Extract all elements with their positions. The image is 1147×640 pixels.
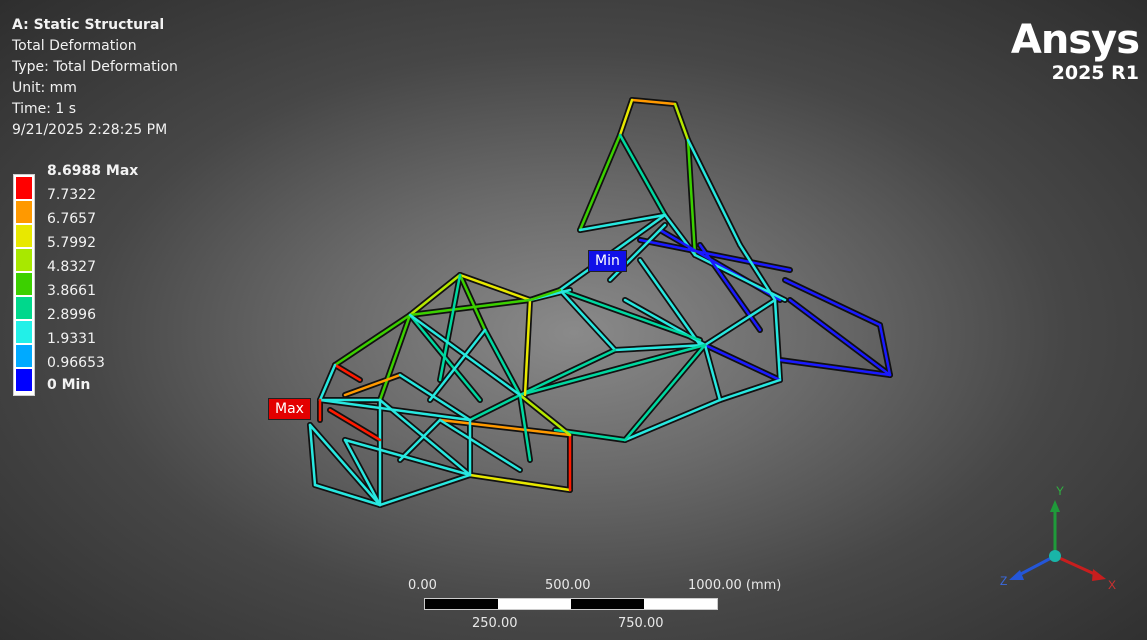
legend-swatch-9 (16, 369, 32, 391)
legend-label: 5.7992 (47, 235, 96, 251)
legend-swatch-7 (16, 321, 32, 343)
legend-label-max: 8.6988 Max (47, 163, 139, 179)
min-probe-tag[interactable]: Min (588, 250, 627, 272)
frame-wireframe (307, 97, 893, 508)
legend-swatch-3 (16, 225, 32, 247)
result-time: Time: 1 s (12, 101, 77, 117)
result-date: 9/21/2025 2:28:25 PM (12, 122, 168, 138)
frame-tube (398, 418, 442, 462)
axis-triad[interactable]: Y X Z (995, 478, 1125, 598)
legend-swatch-2 (16, 201, 32, 223)
ansys-logo: Ansys 2025 R1 (1010, 17, 1140, 84)
frame-tube (578, 133, 622, 232)
result-type: Type: Total Deformation (12, 59, 178, 75)
frame-tube (333, 363, 362, 382)
scale-label: 250.00 (472, 616, 518, 631)
frame-tube (703, 343, 782, 382)
result-info-panel: A: Static Structural Total Deformation T… (12, 15, 178, 141)
frame-tube (718, 378, 782, 402)
legend-label: 7.7322 (47, 187, 96, 203)
frame-tube (673, 102, 690, 142)
analysis-title: A: Static Structural (12, 17, 165, 33)
result-unit: Unit: mm (12, 80, 77, 96)
scale-label: 0.00 (408, 578, 437, 593)
legend-swatch-6 (16, 297, 32, 319)
legend-label: 4.8327 (47, 259, 96, 275)
frame-tube (328, 408, 382, 442)
result-name: Total Deformation (12, 38, 137, 54)
frame-tube (318, 363, 337, 402)
triad-z-label: Z (1000, 574, 1007, 588)
legend-label: 2.8996 (47, 307, 96, 323)
frame-tube (468, 473, 572, 492)
scale-label: 500.00 (545, 578, 591, 593)
legend-label: 6.7657 (47, 211, 96, 227)
max-probe-tag[interactable]: Max (268, 398, 311, 420)
legend-label-min: 0 Min (47, 377, 91, 393)
ansys-version: 2025 R1 (1051, 62, 1139, 84)
scale-label: 1000.00 (mm) (688, 578, 782, 593)
scale-label: 750.00 (618, 616, 664, 631)
frame-tube (618, 98, 634, 137)
legend-swatch-8 (16, 345, 32, 367)
legend-swatch-1 (16, 177, 32, 199)
legend-label: 1.9331 (47, 331, 96, 347)
ansys-brand-text: Ansys (1010, 17, 1140, 63)
scale-bar (424, 598, 718, 610)
triad-x-label: X (1108, 578, 1116, 592)
frame-tube (618, 133, 667, 217)
color-legend-bar[interactable] (13, 174, 35, 396)
frame-tube (783, 278, 882, 327)
legend-label: 0.96653 (47, 355, 105, 371)
frame-tube (378, 473, 472, 507)
triad-y-label: Y (1056, 484, 1064, 498)
legend-swatch-4 (16, 249, 32, 271)
scale-ruler: 0.00 500.00 1000.00 (mm) 250.00 750.00 (408, 576, 788, 636)
legend-swatch-5 (16, 273, 32, 295)
frame-tube (738, 243, 777, 302)
legend-label: 3.8661 (47, 283, 96, 299)
